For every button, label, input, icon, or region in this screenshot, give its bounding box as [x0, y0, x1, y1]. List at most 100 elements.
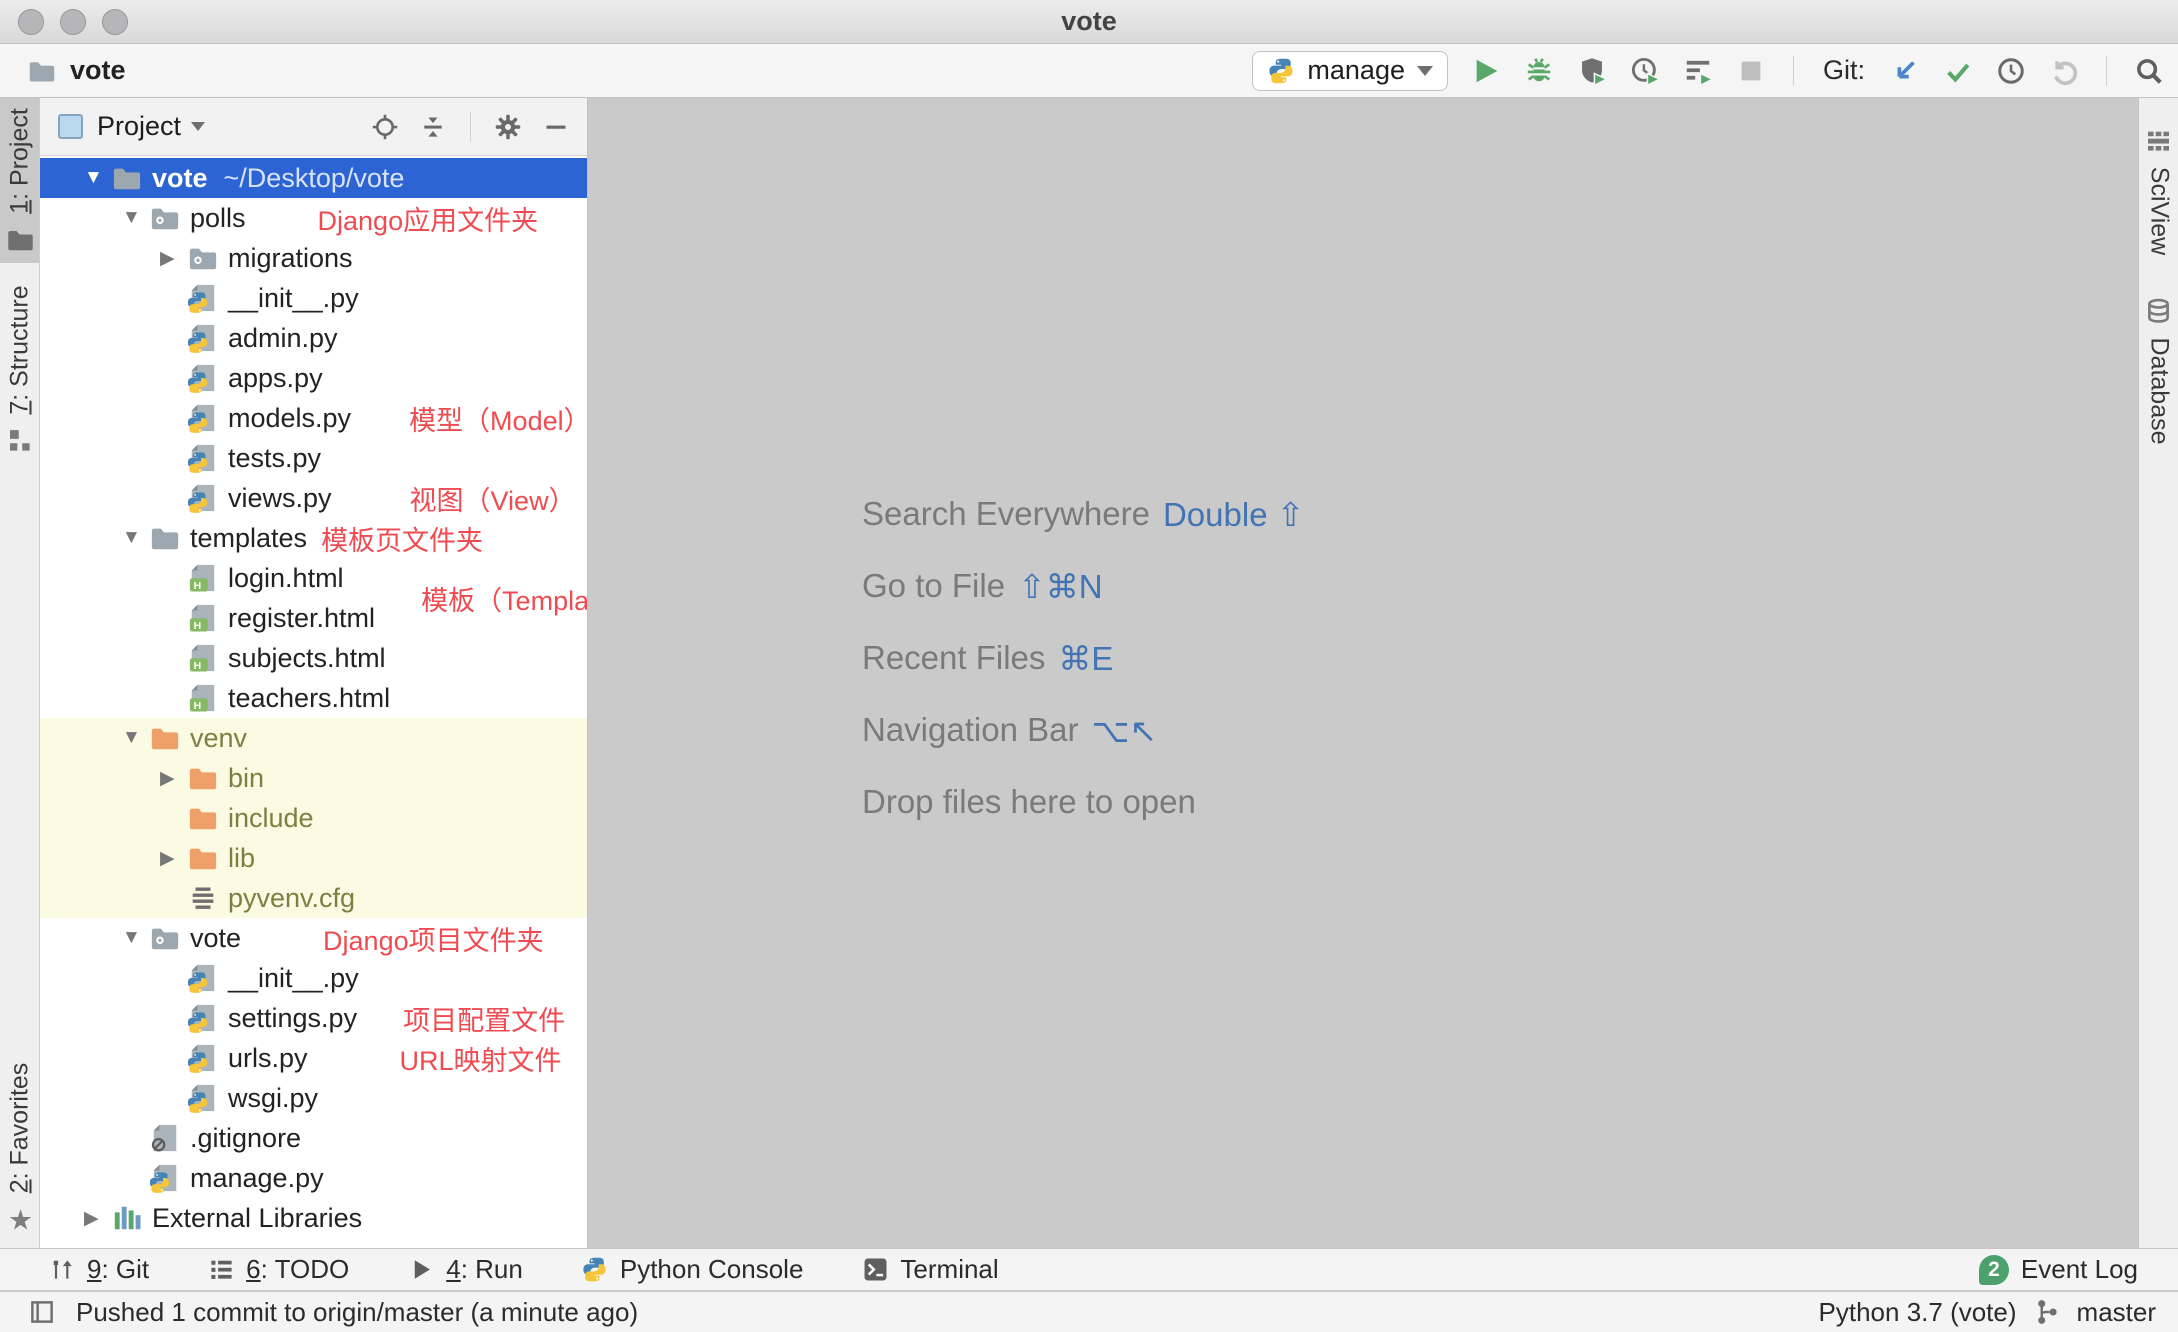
- debug-button[interactable]: [1524, 56, 1554, 86]
- chevron-down-icon[interactable]: ▼: [84, 167, 112, 189]
- status-message[interactable]: Pushed 1 commit to origin/master (a minu…: [76, 1297, 638, 1328]
- chevron-right-icon[interactable]: ▶: [84, 1207, 112, 1230]
- toolwindow-button-terminal[interactable]: Terminal: [861, 1254, 998, 1285]
- run-with-parameters-button[interactable]: [1683, 56, 1713, 86]
- chevron-right-icon[interactable]: ▶: [160, 767, 188, 790]
- tree-row--init-py[interactable]: __init__.py: [40, 958, 587, 998]
- python-icon: [188, 1043, 218, 1073]
- tree-row-bin[interactable]: ▶bin: [40, 758, 587, 798]
- tree-row-settings-py[interactable]: settings.py项目配置文件: [40, 998, 587, 1038]
- tree-row-venv[interactable]: ▼venv: [40, 718, 587, 758]
- chevron-down-icon[interactable]: ▼: [122, 527, 150, 549]
- toolwindow-label: Terminal: [900, 1254, 998, 1285]
- project-folder-icon: [28, 57, 56, 85]
- tree-row-teachers-html[interactable]: Hteachers.html: [40, 678, 587, 718]
- zoom-window-button[interactable]: [102, 9, 128, 35]
- close-window-button[interactable]: [18, 9, 44, 35]
- tree-item-label: templates: [190, 523, 307, 554]
- tree-row-subjects-html[interactable]: Hsubjects.html: [40, 638, 587, 678]
- folder-icon: [112, 163, 142, 193]
- tree-row-views-py[interactable]: views.py视图（View）: [40, 478, 587, 518]
- tree-row-vote[interactable]: ▼voteDjango项目文件夹: [40, 918, 587, 958]
- chevron-down-icon[interactable]: ▼: [122, 727, 150, 749]
- minimize-window-button[interactable]: [60, 9, 86, 35]
- python-icon: [188, 323, 218, 353]
- tree-row-migrations[interactable]: ▶ migrations: [40, 238, 587, 278]
- tool-window-bar: 9: Git 6: TODO 4: Run Python Console Termina…: [0, 1248, 2178, 1290]
- tree-row-wsgi-py[interactable]: wsgi.py: [40, 1078, 587, 1118]
- chevron-right-icon[interactable]: ▶: [160, 847, 188, 870]
- toolwindow-button--git[interactable]: 9: Git: [48, 1254, 149, 1285]
- tree-row--init-py[interactable]: __init__.py: [40, 278, 587, 318]
- editor-area[interactable]: Search EverywhereDouble ⇧Go to File⇧⌘NRe…: [588, 98, 2138, 1248]
- tool-window-items: 9: Git 6: TODO 4: Run Python Console Termina…: [48, 1254, 1057, 1285]
- main-area: 1: Project 7: Structure ★2: Favorites Proj…: [0, 98, 2178, 1248]
- tree-item-label: apps.py: [228, 363, 323, 394]
- tree-row-pyvenv-cfg[interactable]: pyvenv.cfg: [40, 878, 587, 918]
- git-update-button[interactable]: [1890, 56, 1920, 86]
- folder-mini-icon: [6, 225, 34, 253]
- cfg-icon: [188, 883, 218, 913]
- tree-row-templates[interactable]: ▼templates模板页文件夹: [40, 518, 587, 558]
- run-configuration-select[interactable]: manage: [1252, 51, 1448, 91]
- chevron-down-icon[interactable]: [191, 122, 205, 131]
- stripe-button--favorites[interactable]: ★2: Favorites: [0, 1048, 39, 1248]
- tree-row-include[interactable]: include: [40, 798, 587, 838]
- toolwindow-button--run[interactable]: 4: Run: [407, 1254, 523, 1285]
- chevron-down-icon[interactable]: ▼: [122, 927, 150, 949]
- tree-item-label: models.py: [228, 403, 351, 434]
- html-icon: H: [188, 683, 218, 713]
- tree-row-register-html[interactable]: Hregister.html模板（Template）: [40, 598, 587, 638]
- toolbar-separator: [2106, 56, 2107, 86]
- svg-text:H: H: [194, 700, 202, 712]
- tree-row-external-libraries[interactable]: ▶External Libraries: [40, 1198, 587, 1238]
- search-everywhere-icon[interactable]: [2134, 56, 2164, 86]
- interpreter-label[interactable]: Python 3.7 (vote): [1819, 1297, 2017, 1328]
- stripe-button--structure[interactable]: 7: Structure: [0, 270, 39, 470]
- tree-row-apps-py[interactable]: apps.py: [40, 358, 587, 398]
- chevron-right-icon[interactable]: ▶: [160, 247, 188, 270]
- tree-row-vote[interactable]: ▼vote~/Desktop/vote: [40, 158, 587, 198]
- git-history-button[interactable]: [1996, 56, 2026, 86]
- stripe-button-database[interactable]: Database: [2139, 278, 2178, 463]
- stop-button[interactable]: [1736, 56, 1766, 86]
- tree-row-models-py[interactable]: models.py模型（Model）: [40, 398, 587, 438]
- toggle-toolwindows-icon[interactable]: [28, 1298, 56, 1326]
- tree-item-label: settings.py: [228, 1003, 357, 1034]
- run-button[interactable]: [1471, 56, 1501, 86]
- toolwindow-button--todo[interactable]: 6: TODO: [207, 1254, 349, 1285]
- tree-item-label: migrations: [228, 243, 353, 274]
- tree-row-admin-py[interactable]: admin.py: [40, 318, 587, 358]
- tree-row-polls[interactable]: ▼pollsDjango应用文件夹: [40, 198, 587, 238]
- toolwindow-button-python-console[interactable]: Python Console: [581, 1254, 804, 1285]
- tree-row--gitignore[interactable]: .gitignore: [40, 1118, 587, 1158]
- gitignore-icon: [150, 1123, 180, 1153]
- tree-row-urls-py[interactable]: urls.pyURL映射文件: [40, 1038, 587, 1078]
- gear-icon[interactable]: [493, 112, 523, 142]
- tree-row-tests-py[interactable]: tests.py: [40, 438, 587, 478]
- branch-name[interactable]: master: [2077, 1297, 2156, 1328]
- tree-item-label: __init__.py: [228, 283, 359, 314]
- stripe-button-sciview[interactable]: SciView: [2139, 108, 2178, 273]
- toolwindow-label: 6: TODO: [246, 1254, 349, 1285]
- hide-panel-button[interactable]: [541, 112, 571, 142]
- git-rollback-button[interactable]: [2049, 56, 2079, 86]
- profile-button[interactable]: [1630, 56, 1660, 86]
- run-with-coverage-button[interactable]: [1577, 56, 1607, 86]
- locate-file-button[interactable]: [370, 112, 400, 142]
- collapse-all-button[interactable]: [418, 112, 448, 142]
- stripe-button--project[interactable]: 1: Project: [0, 98, 39, 263]
- git-commit-button[interactable]: [1943, 56, 1973, 86]
- chevron-down-icon[interactable]: ▼: [122, 207, 150, 229]
- tree-item-label: include: [228, 803, 314, 834]
- event-log-button[interactable]: 2 Event Log: [1979, 1254, 2138, 1285]
- project-tree: ▼vote~/Desktop/vote▼pollsDjango应用文件夹 ▶ mig…: [40, 156, 587, 1248]
- tree-row-manage-py[interactable]: manage.py: [40, 1158, 587, 1198]
- tree-row-lib[interactable]: ▶lib: [40, 838, 587, 878]
- hint-shortcut: ⌥↖: [1091, 711, 1157, 750]
- panel-header-separator: [470, 112, 471, 142]
- stripe-label: Database: [2144, 337, 2173, 444]
- breadcrumb[interactable]: vote: [28, 55, 126, 86]
- package-icon: [150, 203, 180, 233]
- panel-title[interactable]: Project: [97, 111, 181, 142]
